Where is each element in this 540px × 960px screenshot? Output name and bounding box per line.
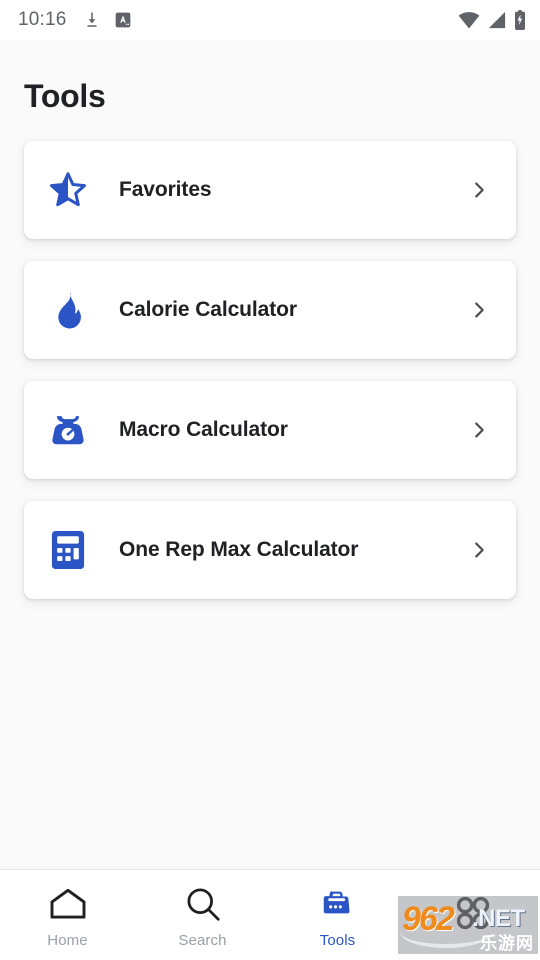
translate-a-icon: [115, 12, 131, 28]
nav-label: Tools: [319, 932, 356, 949]
home-icon: [49, 885, 87, 923]
page-title: Tools: [24, 78, 106, 114]
kitchen-scale-icon: [48, 410, 88, 450]
download-icon: [83, 11, 101, 29]
tool-card-one-rep-max-calculator[interactable]: One Rep Max Calculator: [24, 501, 516, 599]
nav-item-tools[interactable]: Tools: [270, 870, 405, 960]
nav-label: Home: [47, 932, 88, 949]
battery-charging-icon: [514, 10, 526, 30]
tool-card-calorie-calculator[interactable]: Calorie Calculator: [24, 261, 516, 359]
chevron-right-icon[interactable]: [468, 419, 490, 441]
status-bar-time: 10:16: [18, 9, 67, 30]
flame-icon: [48, 290, 88, 330]
nav-item-search[interactable]: Search: [135, 870, 270, 960]
more-grid-icon: [453, 894, 493, 932]
tool-label: Favorites: [119, 178, 212, 201]
status-bar-right-icons: [458, 10, 526, 30]
bottom-navigation-bar: Home Search Tools: [0, 869, 540, 960]
nav-item-more[interactable]: [405, 870, 540, 960]
tool-list: Favorites Calorie Calculator Macro Calcu…: [0, 141, 540, 599]
chevron-right-icon[interactable]: [468, 299, 490, 321]
tool-card-favorites[interactable]: Favorites: [24, 141, 516, 239]
chevron-right-icon[interactable]: [468, 179, 490, 201]
status-bar: 10:16: [0, 0, 540, 40]
tool-label: One Rep Max Calculator: [119, 538, 359, 561]
tool-label: Macro Calculator: [119, 418, 288, 441]
chevron-right-icon[interactable]: [468, 539, 490, 561]
tool-card-macro-calculator[interactable]: Macro Calculator: [24, 381, 516, 479]
status-bar-left-icons: [83, 11, 131, 29]
wifi-icon: [458, 11, 480, 29]
nav-label: Search: [178, 932, 227, 949]
toolbox-icon: [321, 885, 355, 923]
calculator-icon: [48, 530, 88, 570]
cellular-signal-icon: [487, 11, 507, 29]
star-half-icon: [48, 170, 88, 210]
tool-label: Calorie Calculator: [119, 298, 297, 321]
search-icon: [185, 885, 221, 923]
nav-item-home[interactable]: Home: [0, 870, 135, 960]
